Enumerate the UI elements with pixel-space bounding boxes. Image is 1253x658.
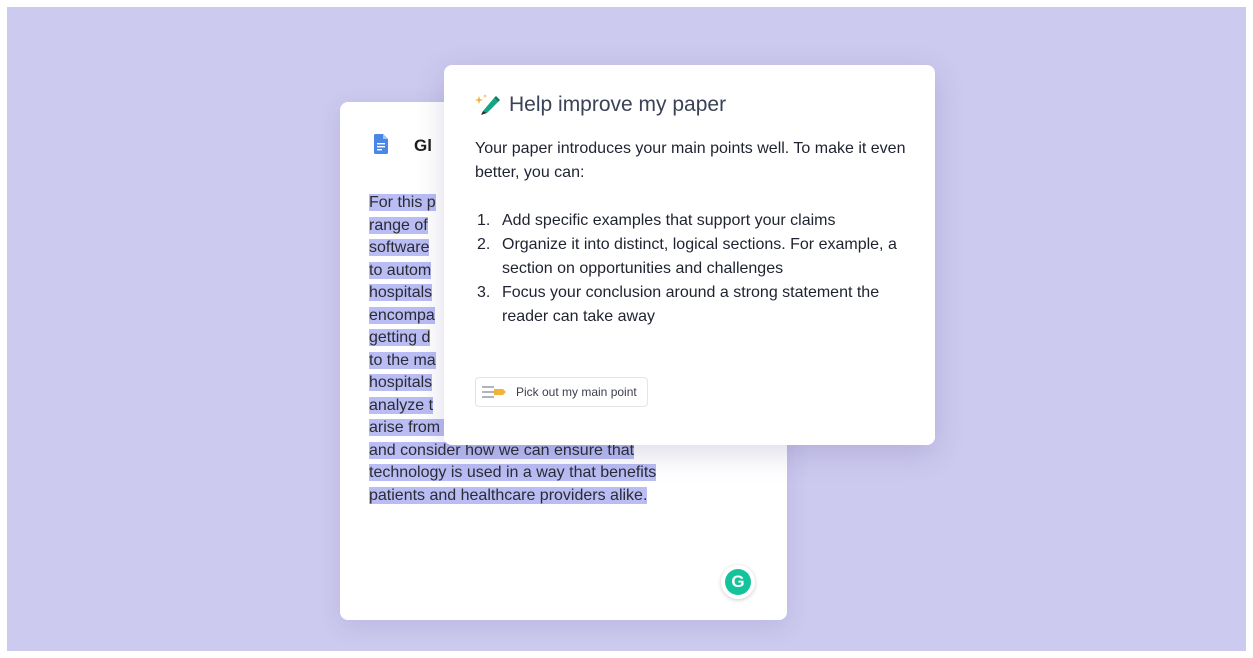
document-line: technology is used in a way that benefit… bbox=[369, 464, 657, 481]
list-item-text: Organize it into distinct, logical secti… bbox=[502, 236, 897, 277]
suggestion-list: 1. Add specific examples that support yo… bbox=[475, 209, 915, 329]
document-title: Gl bbox=[414, 136, 432, 155]
suggestion-popup: Help improve my paper Your paper introdu… bbox=[444, 65, 935, 445]
background: Gl For this p range of software to autom… bbox=[7, 7, 1246, 651]
pick-main-point-label: Pick out my main point bbox=[516, 385, 637, 399]
list-item: 3. Focus your conclusion around a strong… bbox=[475, 281, 915, 329]
list-item: 2. Organize it into distinct, logical se… bbox=[475, 233, 915, 281]
grammarly-button[interactable]: G bbox=[721, 565, 755, 599]
list-number: 2. bbox=[477, 236, 491, 253]
popup-header: Help improve my paper bbox=[475, 93, 726, 117]
sparkle-pen-icon bbox=[475, 94, 500, 115]
google-docs-icon bbox=[374, 134, 388, 154]
list-item-text: Add specific examples that support your … bbox=[502, 212, 836, 229]
pick-main-point-button[interactable]: Pick out my main point bbox=[475, 377, 648, 407]
popup-title: Help improve my paper bbox=[509, 93, 727, 116]
list-item: 1. Add specific examples that support yo… bbox=[475, 209, 915, 233]
grammarly-icon: G bbox=[725, 569, 751, 595]
list-number: 1. bbox=[477, 212, 491, 229]
popup-intro: Your paper introduces your main points w… bbox=[475, 140, 906, 181]
list-number: 3. bbox=[477, 284, 491, 301]
document-line: patients and healthcare providers alike. bbox=[369, 486, 648, 504]
highlighter-icon bbox=[482, 386, 506, 398]
list-item-text: Focus your conclusion around a strong st… bbox=[502, 284, 880, 325]
